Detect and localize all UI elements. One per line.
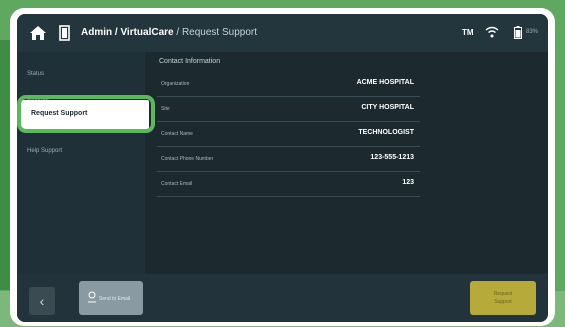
- top-bar: Admin / VirtualCare / Request Support TM…: [17, 14, 548, 52]
- info-value: ACME HOSPITAL: [356, 79, 414, 86]
- info-label: Contact Name: [161, 131, 193, 137]
- request-support-button[interactable]: Request Support: [470, 281, 536, 315]
- info-row-email: Contact Email 123: [157, 172, 420, 197]
- send-to-email-label: Send to Email: [99, 296, 131, 302]
- bottom-bar: ‹ Send to Email Request Support: [17, 274, 548, 322]
- exit-door-icon[interactable]: [59, 25, 71, 41]
- breadcrumb-admin[interactable]: Admin / VirtualCare: [81, 27, 174, 38]
- info-value: CITY HOSPITAL: [361, 104, 414, 111]
- info-row-contact-name: Contact Name TECHNOLOGIST: [157, 122, 420, 147]
- contact-info-table: Organization ACME HOSPITAL Site CITY HOS…: [157, 72, 420, 197]
- info-label: Site: [161, 106, 170, 112]
- request-support-label-line1: Request: [493, 291, 513, 297]
- battery-icon: [514, 26, 522, 39]
- sidebar-item-help-support[interactable]: Help Support: [27, 148, 62, 154]
- breadcrumb: Admin / VirtualCare / Request Support: [81, 27, 257, 38]
- info-value: 123: [402, 179, 414, 186]
- back-button[interactable]: ‹: [29, 287, 55, 315]
- info-label: Organization: [161, 81, 190, 87]
- info-row-organization: Organization ACME HOSPITAL: [157, 72, 420, 97]
- info-label: Contact Phone Number: [161, 156, 214, 162]
- upload-icon: [88, 291, 96, 303]
- info-row-site: Site CITY HOSPITAL: [157, 97, 420, 122]
- request-support-label-line2: Support: [494, 299, 512, 305]
- sidebar: Status Settings Help Support: [17, 52, 145, 274]
- contact-info-title: Contact Information: [159, 58, 221, 65]
- info-row-phone: Contact Phone Number 123-555-1213: [157, 147, 420, 172]
- wifi-icon: [485, 26, 499, 38]
- info-value: 123-555-1213: [370, 154, 414, 161]
- send-to-email-button[interactable]: Send to Email: [79, 281, 143, 315]
- info-value: TECHNOLOGIST: [358, 129, 414, 136]
- home-icon[interactable]: [29, 25, 47, 41]
- highlight-ring: [17, 95, 155, 133]
- info-label: Contact Email: [161, 181, 193, 187]
- breadcrumb-current: / Request Support: [173, 27, 258, 38]
- sidebar-item-status[interactable]: Status: [27, 71, 44, 77]
- battery-level: 83%: [526, 29, 539, 35]
- user-initials[interactable]: TM: [462, 28, 474, 37]
- device-screen: Admin / VirtualCare / Request Support TM…: [17, 14, 548, 322]
